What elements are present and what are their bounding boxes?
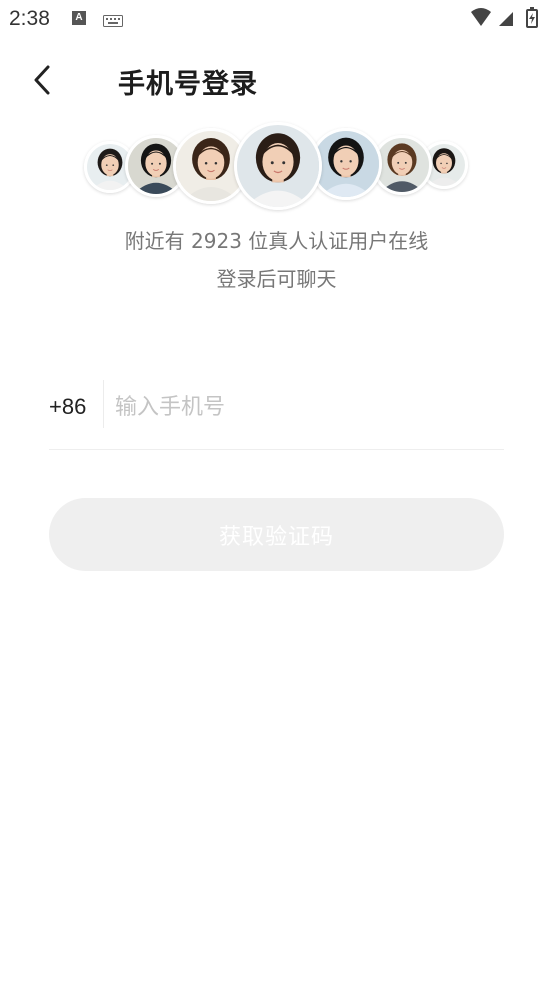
back-button[interactable] [28, 62, 60, 98]
signal-icon [499, 12, 513, 26]
avatar-cluster [84, 122, 469, 212]
divider [103, 380, 104, 428]
tagline-line2: 登录后可聊天 [216, 267, 337, 291]
phone-number-input[interactable] [115, 386, 495, 428]
get-code-button[interactable]: 获取验证码 [49, 498, 504, 571]
country-code[interactable]: +86 [49, 394, 86, 420]
avatar [234, 122, 322, 210]
online-users-tagline: 附近有 2923 位真人认证用户在线 登录后可聊天 [0, 222, 553, 298]
wifi-icon [471, 8, 491, 26]
a-icon: A [72, 11, 86, 25]
tagline-line1: 附近有 2923 位真人认证用户在线 [124, 229, 429, 253]
page-title: 手机号登录 [118, 69, 258, 100]
chevron-left-icon [34, 65, 50, 95]
battery-icon [526, 7, 538, 28]
system-icons [469, 6, 545, 34]
status-time: 2:38 [9, 7, 50, 30]
status-bar: 2:38 A [0, 0, 553, 36]
phone-input-row: +86 [49, 380, 504, 450]
keyboard-icon [103, 12, 123, 31]
